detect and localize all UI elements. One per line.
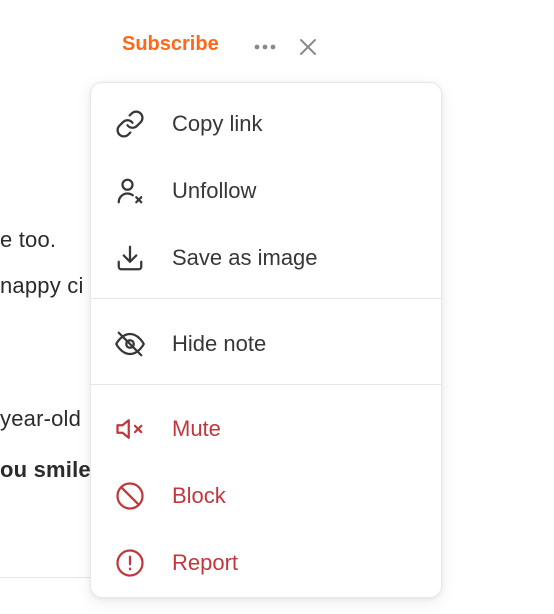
- close-icon: [300, 39, 316, 55]
- menu-item-save-as-image[interactable]: Save as image: [91, 230, 441, 286]
- menu-item-report[interactable]: Report: [91, 535, 441, 591]
- menu-item-label: Unfollow: [172, 178, 257, 203]
- menu-item-mute[interactable]: Mute: [91, 401, 441, 457]
- more-options-button[interactable]: [250, 34, 280, 60]
- menu-item-unfollow[interactable]: Unfollow: [91, 163, 441, 219]
- menu-item-label: Block: [172, 483, 226, 508]
- eye-off-icon: [115, 329, 145, 359]
- link-icon: [115, 109, 145, 139]
- menu-divider: [91, 384, 441, 385]
- block-icon: [115, 481, 145, 511]
- note-text-line: e too.: [0, 227, 57, 252]
- alert-circle-icon: [115, 548, 145, 578]
- note-text-line: nappy ci: [0, 273, 84, 298]
- note-divider: [0, 577, 100, 578]
- note-page: e too. nappy ci year-old ou smile Subscr…: [0, 0, 554, 614]
- note-text-line-bold: ou smile: [0, 457, 91, 482]
- download-icon: [115, 243, 145, 273]
- menu-item-hide-note[interactable]: Hide note: [91, 316, 441, 372]
- menu-item-label: Mute: [172, 416, 221, 441]
- close-button[interactable]: [294, 33, 322, 61]
- menu-item-label: Copy link: [172, 111, 263, 136]
- menu-divider: [91, 298, 441, 299]
- menu-item-copy-link[interactable]: Copy link: [91, 96, 441, 152]
- note-text-line: year-old: [0, 406, 82, 431]
- menu-item-label: Hide note: [172, 331, 267, 356]
- speaker-mute-icon: [115, 414, 145, 444]
- menu-item-label: Report: [172, 550, 239, 575]
- note-options-menu: Copy link Unfollow Save as image Hide no…: [90, 82, 442, 598]
- ellipsis-icon: [254, 44, 276, 50]
- menu-item-block[interactable]: Block: [91, 468, 441, 524]
- subscribe-button[interactable]: Subscribe: [122, 33, 219, 56]
- unfollow-user-icon: [115, 176, 145, 206]
- menu-item-label: Save as image: [172, 245, 318, 270]
